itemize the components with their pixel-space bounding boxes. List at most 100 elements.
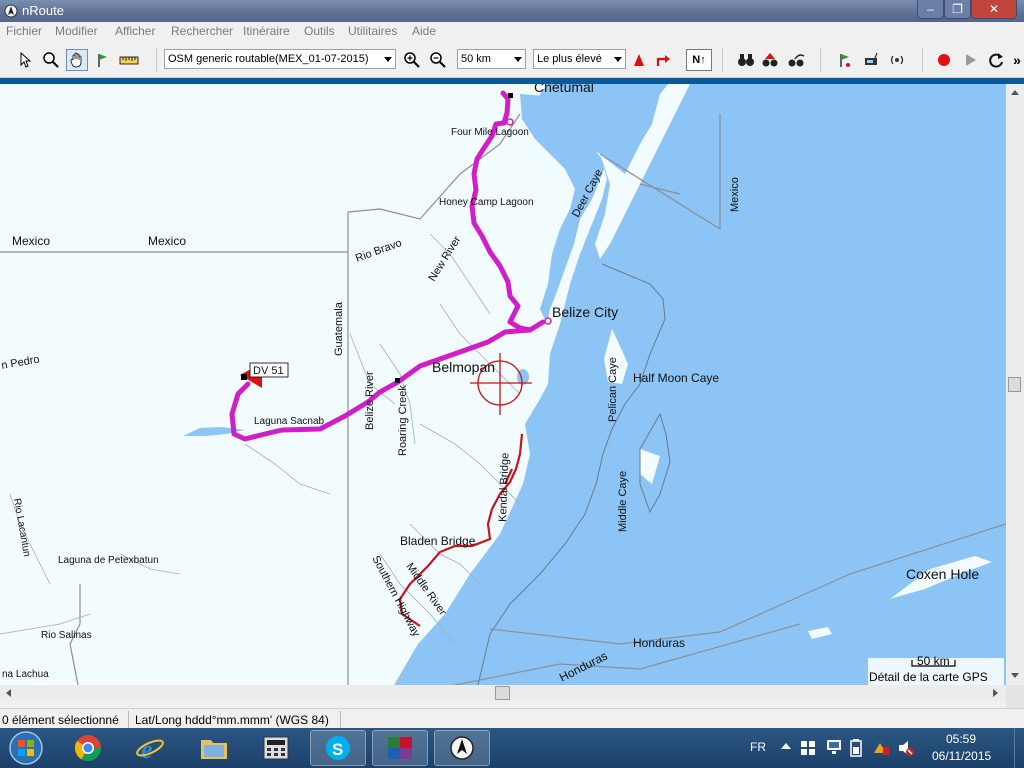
show-desktop-button[interactable] bbox=[1014, 728, 1024, 768]
map-label: Middle Caye bbox=[617, 471, 629, 532]
find-near-button[interactable] bbox=[760, 49, 782, 71]
taskbar-chrome[interactable] bbox=[60, 730, 116, 766]
menu-itineraire[interactable]: Itinéraire bbox=[243, 24, 290, 38]
volume-muted-icon[interactable] bbox=[897, 739, 915, 757]
turn-arrow-icon bbox=[656, 55, 670, 66]
vertical-scrollbar[interactable] bbox=[1006, 84, 1024, 685]
menu-rechercher[interactable]: Rechercher bbox=[171, 24, 233, 38]
play-button[interactable] bbox=[959, 49, 981, 71]
select-tool[interactable] bbox=[14, 49, 36, 71]
toolbar-separator bbox=[820, 48, 821, 72]
map-label: Pelican Caye bbox=[607, 357, 619, 422]
red-triangle-icon bbox=[634, 54, 644, 66]
zoom-scale-select[interactable]: 50 km bbox=[457, 49, 526, 69]
horizontal-scrollbar[interactable] bbox=[0, 685, 1006, 701]
map-label: Mexico bbox=[729, 177, 741, 212]
taskbar-calculator[interactable] bbox=[248, 730, 304, 766]
scroll-down-arrow[interactable] bbox=[1011, 673, 1019, 678]
minimize-button[interactable]: – bbox=[917, 0, 944, 19]
menu-outils[interactable]: Outils bbox=[304, 24, 335, 38]
find-address-button[interactable] bbox=[786, 49, 808, 71]
map-label: Chetumal bbox=[534, 84, 594, 95]
taskbar-file-explorer[interactable] bbox=[186, 730, 242, 766]
map-detail-note: Détail de la carte GPS bbox=[869, 670, 988, 684]
zoom-tool[interactable] bbox=[40, 49, 62, 71]
menu-modifier[interactable]: Modifier bbox=[55, 24, 98, 38]
zoom-in-button[interactable] bbox=[401, 49, 423, 71]
toolbar-overflow[interactable]: » bbox=[1012, 49, 1022, 71]
binoculars-icon bbox=[738, 54, 754, 66]
map-label: Four Mile Lagoon bbox=[451, 127, 529, 138]
new-route-button[interactable] bbox=[834, 49, 856, 71]
pan-tool[interactable] bbox=[66, 49, 88, 71]
scroll-left-arrow[interactable] bbox=[6, 689, 11, 697]
map-product-value: OSM generic routable(MEX_01-07-2015) bbox=[168, 53, 369, 65]
start-button[interactable] bbox=[2, 730, 50, 766]
toolbar: OSM generic routable(MEX_01-07-2015) 50 … bbox=[0, 41, 1024, 78]
zoom-in-icon bbox=[404, 52, 420, 68]
action-center-icon[interactable] bbox=[800, 740, 816, 756]
binoculars-flag-icon bbox=[762, 53, 778, 67]
route-point bbox=[544, 317, 552, 325]
tray-overflow-icon[interactable] bbox=[781, 743, 791, 749]
scale-label: 50 km bbox=[917, 654, 950, 668]
map-label: Laguna Sacnab bbox=[254, 416, 325, 427]
clock-date[interactable]: 06/11/2015 bbox=[932, 749, 991, 763]
north-up-button[interactable]: N↑ bbox=[686, 49, 712, 71]
language-indicator[interactable]: FR bbox=[750, 740, 766, 754]
waypoint-marker bbox=[241, 374, 247, 380]
clock-time[interactable]: 05:59 bbox=[946, 732, 976, 746]
scroll-thumb[interactable] bbox=[495, 686, 510, 700]
route-point bbox=[506, 118, 514, 126]
map-view[interactable]: Chetumal Four Mile Lagoon Honey Camp Lag… bbox=[0, 84, 1006, 685]
svg-text:S: S bbox=[332, 740, 343, 759]
measure-tool[interactable] bbox=[118, 49, 140, 71]
map-label: Half Moon Caye bbox=[633, 371, 719, 385]
ruler-icon bbox=[119, 56, 139, 65]
record-button[interactable] bbox=[933, 49, 955, 71]
magnifier-icon bbox=[43, 52, 59, 68]
menu-utilitaires[interactable]: Utilitaires bbox=[348, 24, 397, 38]
belmopan-marker bbox=[395, 378, 400, 383]
toolbar-separator bbox=[922, 48, 923, 72]
status-divider bbox=[128, 711, 129, 728]
taskbar-office[interactable] bbox=[372, 730, 428, 766]
detail-level-select[interactable]: Le plus élevé bbox=[533, 49, 626, 69]
app-icon bbox=[4, 4, 18, 18]
power-flag-icon[interactable] bbox=[872, 739, 890, 757]
map-label: Mexico bbox=[12, 234, 50, 248]
map-product-select[interactable]: OSM generic routable(MEX_01-07-2015) bbox=[164, 49, 396, 69]
maximize-button[interactable]: ❐ bbox=[944, 0, 971, 19]
map-label: na Lachua bbox=[2, 669, 49, 680]
waypoint-tool[interactable] bbox=[92, 49, 114, 71]
taskbar-skype[interactable]: S bbox=[310, 730, 366, 766]
scroll-thumb[interactable] bbox=[1008, 377, 1021, 392]
menu-aide[interactable]: Aide bbox=[412, 24, 436, 38]
scroll-right-arrow[interactable] bbox=[993, 689, 998, 697]
network-icon[interactable] bbox=[826, 739, 842, 757]
battery-icon[interactable] bbox=[850, 739, 862, 757]
close-button[interactable]: ✕ bbox=[971, 0, 1017, 19]
flag-icon bbox=[98, 54, 107, 67]
track-up-button[interactable] bbox=[628, 49, 650, 71]
skype-icon: S bbox=[326, 736, 350, 760]
internet-explorer-icon: e bbox=[136, 735, 164, 763]
detail-level-value: Le plus élevé bbox=[537, 53, 602, 65]
menu-fichier[interactable]: Fichier bbox=[6, 24, 42, 38]
taskbar-internet-explorer[interactable]: e bbox=[122, 730, 178, 766]
zoom-out-button[interactable] bbox=[427, 49, 449, 71]
title-bar: nRoute – ❐ ✕ bbox=[0, 0, 1024, 22]
refresh-button[interactable] bbox=[985, 49, 1007, 71]
scroll-up-arrow[interactable] bbox=[1011, 90, 1019, 95]
find-button[interactable] bbox=[735, 49, 757, 71]
map-canvas[interactable]: Chetumal Four Mile Lagoon Honey Camp Lag… bbox=[0, 84, 1006, 685]
map-label: Mexico bbox=[148, 234, 186, 248]
menu-afficher[interactable]: Afficher bbox=[115, 24, 155, 38]
taskbar-nroute[interactable] bbox=[434, 730, 490, 766]
satellite-button[interactable] bbox=[886, 49, 908, 71]
zoom-out-icon bbox=[430, 52, 446, 68]
gps-device-icon bbox=[865, 52, 878, 65]
coordinate-format: Lat/Long hddd°mm.mmm' (WGS 84) bbox=[135, 713, 329, 727]
route-turn-button[interactable] bbox=[653, 49, 675, 71]
gps-device-button[interactable] bbox=[860, 49, 882, 71]
